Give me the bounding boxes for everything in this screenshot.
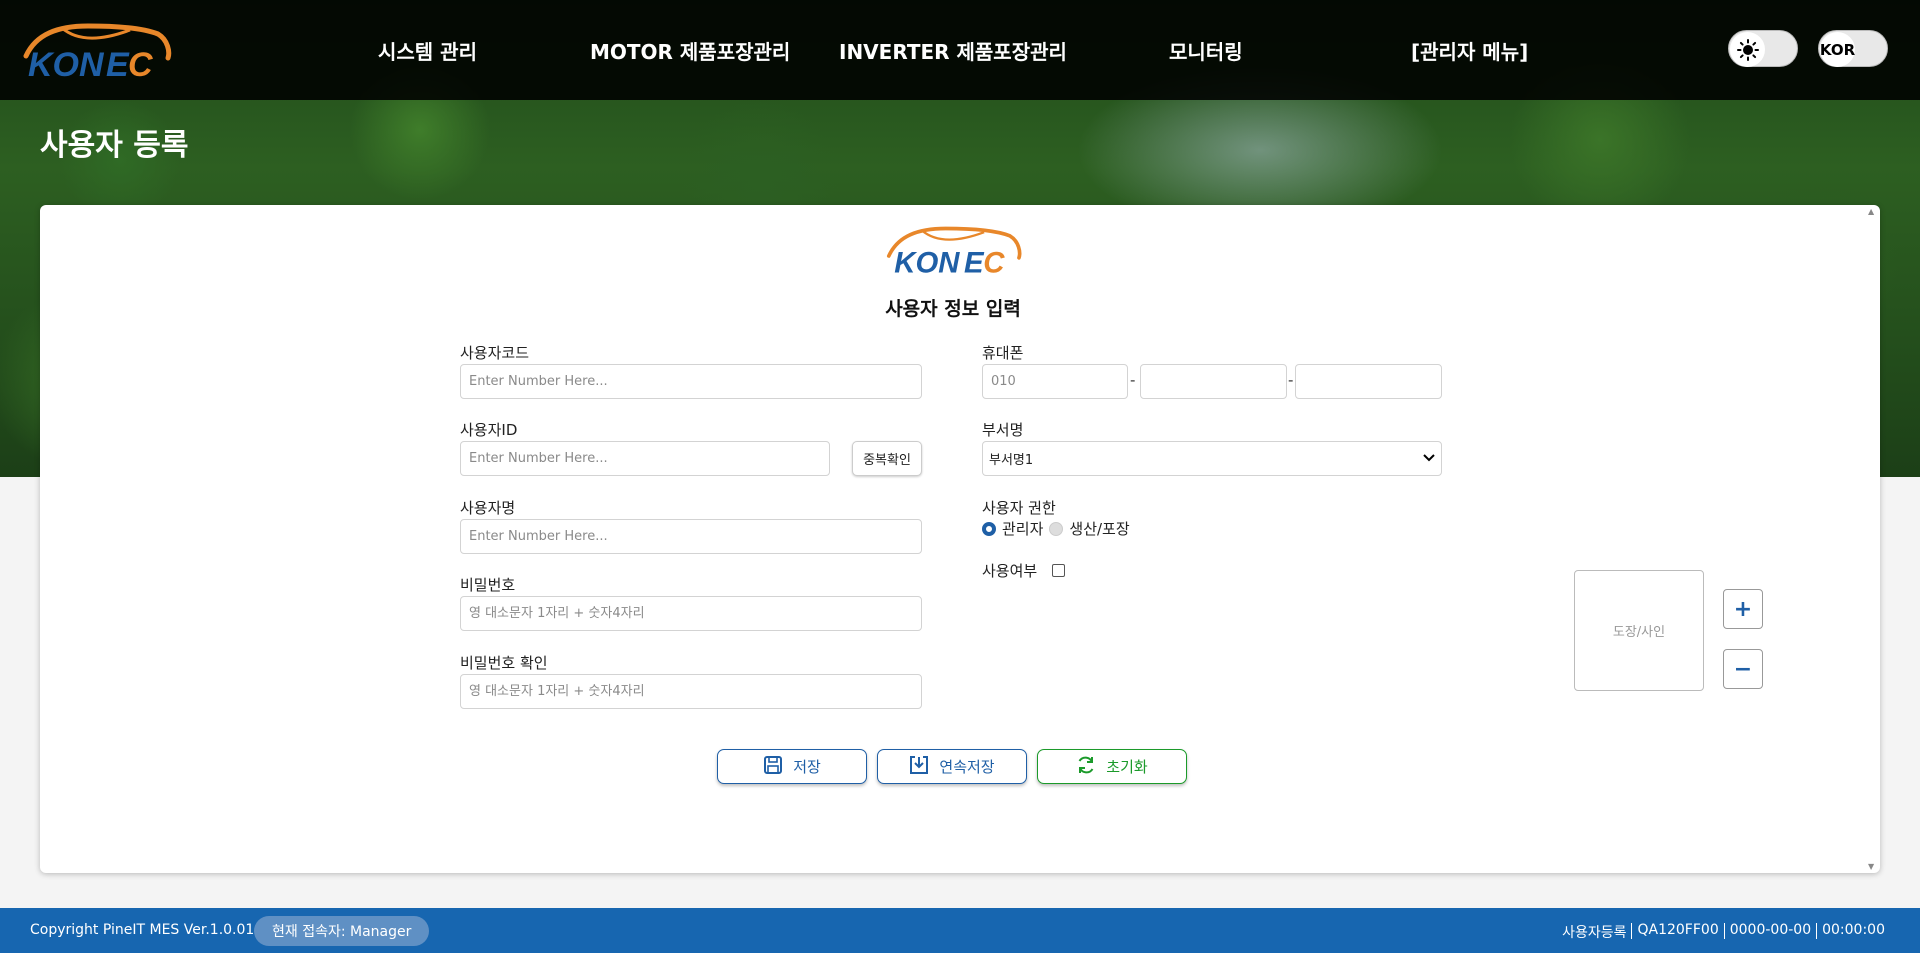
scrollbar[interactable]: ▲ ▼ bbox=[1864, 205, 1880, 873]
role-admin-radio[interactable] bbox=[982, 521, 996, 536]
save-button[interactable]: 저장 bbox=[717, 749, 867, 784]
user-id-label: 사용자ID bbox=[460, 421, 518, 439]
nav-inverter-packaging[interactable]: INVERTER 제품포장관리 bbox=[839, 36, 1067, 65]
top-header: KON E C 시스템 관리 MOTOR 제품포장관리 INVERTER 제품포… bbox=[0, 0, 1920, 100]
status-bar: 사용자등록 QA120FF00 0000-00-00 00:00:00 bbox=[1557, 922, 1890, 942]
password-input[interactable] bbox=[460, 596, 922, 631]
duplicate-check-button[interactable]: 중복확인 bbox=[852, 441, 922, 476]
password-label: 비밀번호 bbox=[460, 576, 516, 594]
active-checkbox[interactable] bbox=[1052, 564, 1065, 577]
active-label: 사용여부 bbox=[982, 562, 1038, 580]
role-label: 사용자 권한 bbox=[982, 499, 1056, 517]
nav-admin-menu[interactable]: [관리자 메뉴] bbox=[1411, 36, 1528, 65]
phone-part3-input[interactable] bbox=[1295, 364, 1442, 399]
user-name-label: 사용자명 bbox=[460, 499, 516, 517]
role-production-label: 생산/포장 bbox=[1069, 520, 1130, 538]
theme-toggle[interactable] bbox=[1728, 30, 1798, 67]
language-toggle[interactable]: KOR bbox=[1818, 30, 1888, 67]
save-continue-label: 연속저장 bbox=[939, 758, 995, 776]
user-code-label: 사용자코드 bbox=[460, 344, 530, 362]
status-date: 0000-00-00 bbox=[1729, 922, 1812, 938]
form-title: 사용자 정보 입력 bbox=[885, 298, 1021, 320]
svg-text:E: E bbox=[106, 46, 130, 80]
nav-monitoring[interactable]: 모니터링 bbox=[1169, 36, 1243, 65]
department-selected: 부서명1 bbox=[989, 453, 1034, 468]
svg-text:KON: KON bbox=[28, 46, 105, 80]
svg-text:E: E bbox=[964, 247, 985, 279]
department-select[interactable]: 부서명1 bbox=[982, 441, 1442, 476]
page-title: 사용자 등록 bbox=[40, 128, 189, 163]
role-admin-label: 관리자 bbox=[1002, 520, 1044, 538]
footer: Copyright PineIT MES Ver.1.0.01 현재 접속자: … bbox=[0, 908, 1920, 953]
save-button-label: 저장 bbox=[793, 758, 821, 776]
phone-part1-input[interactable] bbox=[982, 364, 1128, 399]
nav-system-admin[interactable]: 시스템 관리 bbox=[378, 36, 477, 65]
status-time: 00:00:00 bbox=[1822, 922, 1885, 938]
svg-text:C: C bbox=[128, 46, 153, 80]
phone-label: 휴대폰 bbox=[982, 344, 1024, 362]
phone-part2-input[interactable] bbox=[1140, 364, 1287, 399]
add-stamp-button[interactable]: + bbox=[1723, 589, 1763, 629]
nav-motor-packaging[interactable]: MOTOR 제품포장관리 bbox=[590, 36, 790, 65]
current-user-badge: 현재 접속자: Manager bbox=[254, 916, 430, 946]
user-code-input[interactable] bbox=[460, 364, 922, 399]
remove-stamp-button[interactable]: − bbox=[1723, 649, 1763, 689]
save-icon bbox=[763, 755, 783, 779]
password-confirm-input[interactable] bbox=[460, 674, 922, 709]
phone-dash-2: - bbox=[1288, 371, 1294, 389]
copyright-text: Copyright PineIT MES Ver.1.0.01 bbox=[30, 922, 255, 938]
screen-code: QA120FF00 bbox=[1637, 922, 1719, 938]
department-label: 부서명 bbox=[982, 421, 1024, 439]
refresh-icon bbox=[1076, 755, 1096, 779]
form-card: ▲ ▼ KON E C 사용자 정보 입력 사용자코드 사용자ID 중복확인 사… bbox=[40, 205, 1880, 873]
role-radio-group: 관리자 생산/포장 bbox=[982, 518, 1130, 539]
reset-button[interactable]: 초기화 bbox=[1037, 749, 1187, 784]
reset-label: 초기화 bbox=[1106, 758, 1148, 776]
scroll-down-icon[interactable]: ▼ bbox=[1868, 862, 1874, 871]
user-id-input[interactable] bbox=[460, 441, 830, 476]
role-production-radio[interactable] bbox=[1049, 521, 1064, 536]
download-icon bbox=[909, 755, 929, 779]
screen-name: 사용자등록 bbox=[1562, 925, 1627, 941]
phone-dash-1: - bbox=[1130, 371, 1136, 389]
language-label: KOR bbox=[1820, 32, 1855, 67]
svg-text:C: C bbox=[983, 247, 1005, 279]
user-name-input[interactable] bbox=[460, 519, 922, 554]
sun-icon bbox=[1730, 32, 1765, 67]
stamp-signature-box[interactable]: 도장/사인 bbox=[1574, 570, 1704, 691]
chevron-down-icon bbox=[1423, 451, 1435, 466]
svg-text:KON: KON bbox=[894, 247, 960, 279]
password-confirm-label: 비밀번호 확인 bbox=[460, 654, 548, 672]
konec-logo[interactable]: KON E C bbox=[18, 20, 173, 80]
konec-logo-card: KON E C bbox=[886, 226, 1022, 279]
scroll-up-icon[interactable]: ▲ bbox=[1868, 207, 1874, 216]
save-continue-button[interactable]: 연속저장 bbox=[877, 749, 1027, 784]
